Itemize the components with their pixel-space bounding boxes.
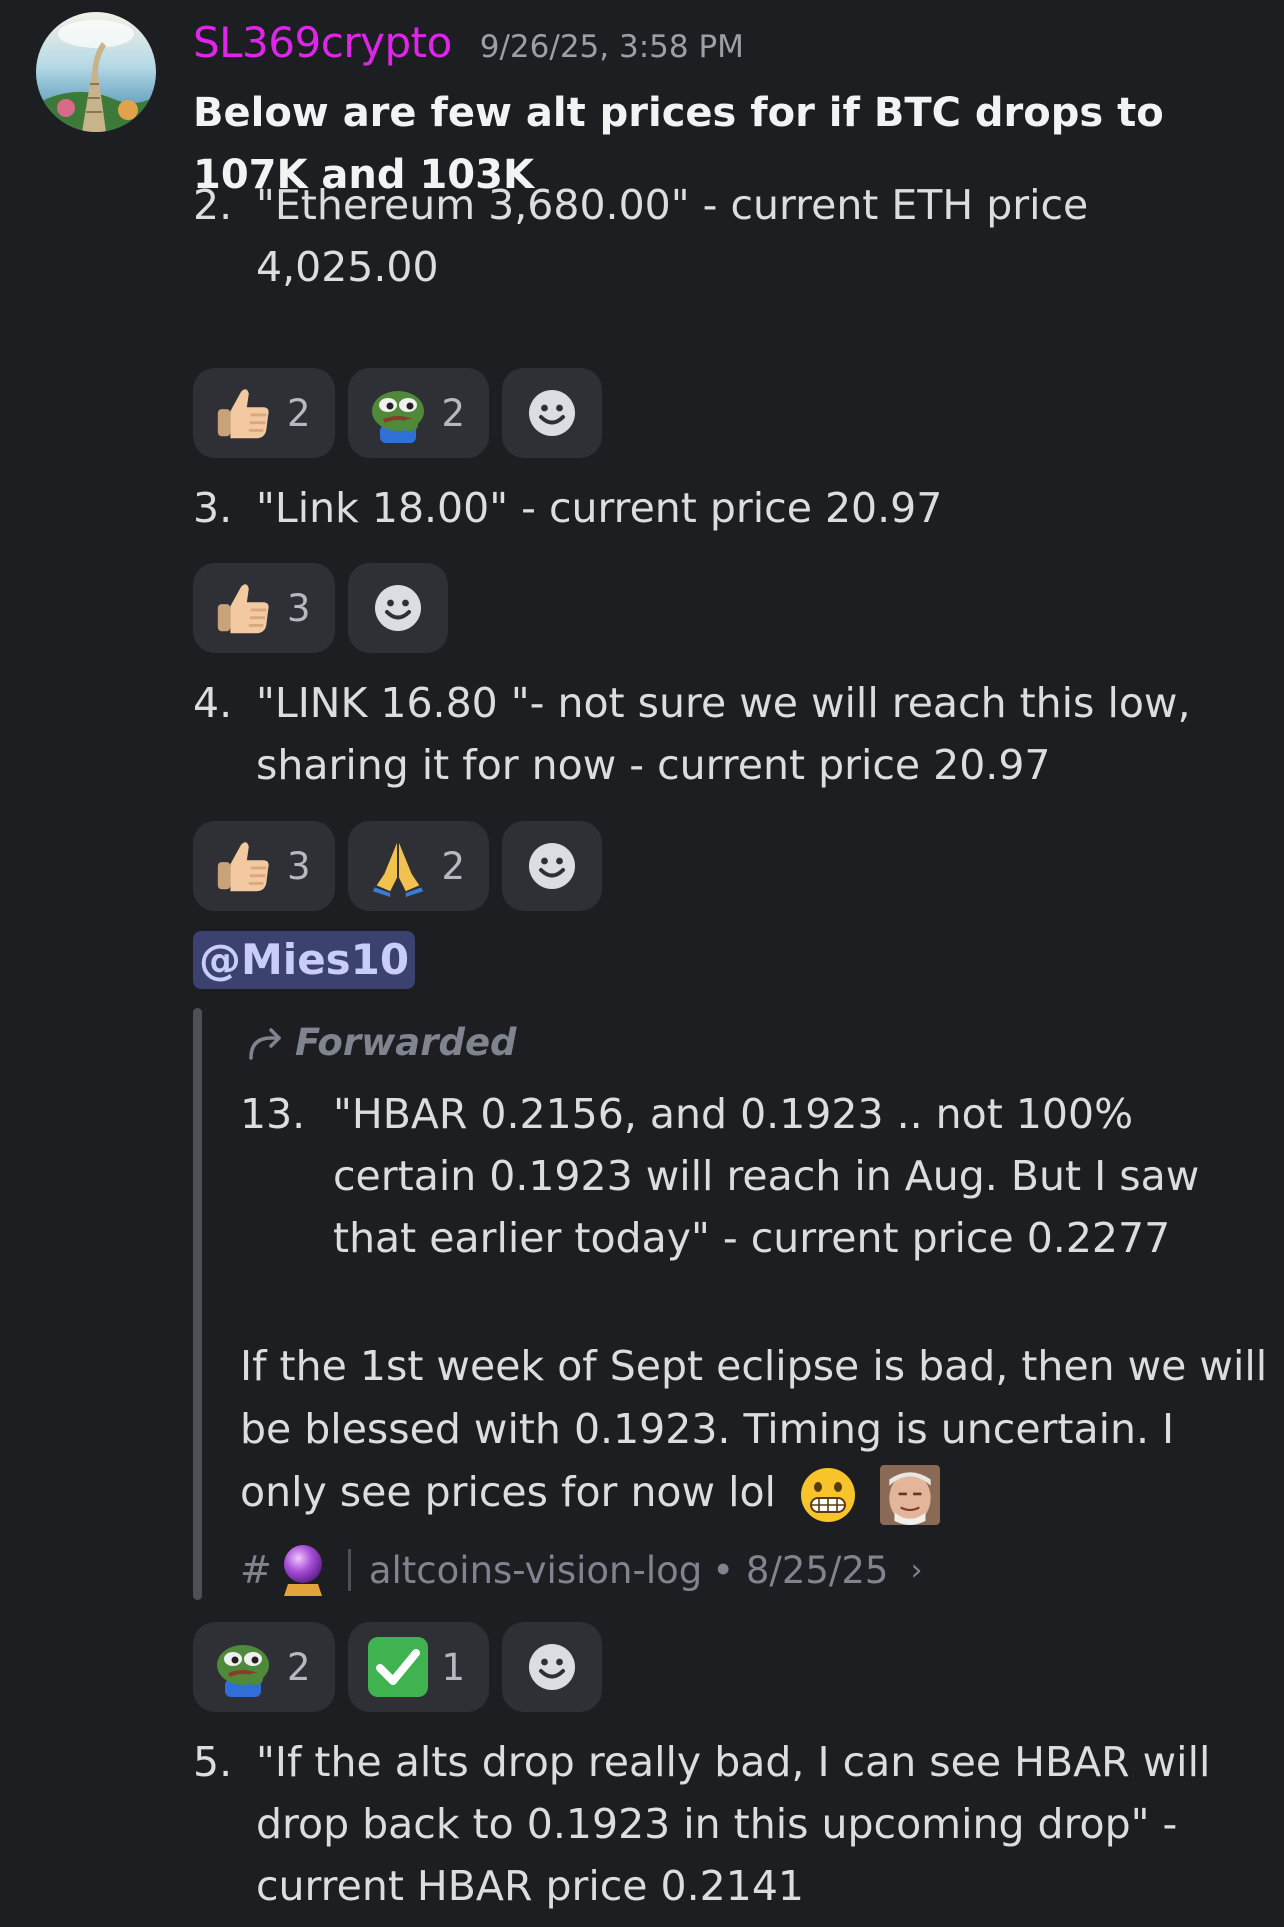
smiley-icon xyxy=(527,1642,577,1692)
list-number: 2. xyxy=(193,181,233,229)
list-number: 5. xyxy=(193,1738,233,1786)
thumbs-up-icon xyxy=(211,576,275,640)
reaction-count: 2 xyxy=(287,391,311,435)
reaction-bar: 2 1 xyxy=(193,1622,603,1712)
reaction-count: 2 xyxy=(441,844,466,888)
reaction-thumbs-up[interactable]: 2 xyxy=(193,368,335,458)
list-text: "Ethereum 3,680.00" - current ETH price … xyxy=(256,181,1089,291)
list-text: "LINK 16.80 "- not sure we will reach th… xyxy=(256,679,1191,789)
list-text: "HBAR 0.2156, and 0.1923 .. not 100% cer… xyxy=(333,1090,1200,1262)
thumbs-up-icon xyxy=(211,834,275,898)
list-item: 3. "Link 18.00" - current price 20.97 xyxy=(193,477,1233,539)
smiley-icon xyxy=(527,841,577,891)
add-reaction-button[interactable] xyxy=(502,1622,603,1712)
list-number: 3. xyxy=(193,484,233,532)
user-mention[interactable]: @Mies10 xyxy=(193,931,416,989)
list-text: "Link 18.00" - current price 20.97 xyxy=(256,484,943,532)
avatar[interactable] xyxy=(36,12,156,132)
channel-hash: # xyxy=(240,1548,272,1592)
list-item: 4. "LINK 16.80 "- not sure we will reach… xyxy=(193,672,1233,796)
list-text: "If the alts drop really bad, I can see … xyxy=(256,1738,1211,1910)
forward-date: • 8/25/25 xyxy=(712,1548,889,1592)
reaction-count: 2 xyxy=(441,391,466,435)
avatar-image xyxy=(36,12,156,132)
thumbs-up-icon xyxy=(211,381,275,445)
forwarded-paragraph-text: If the 1st week of Sept eclipse is bad, … xyxy=(240,1342,1268,1516)
add-reaction-button[interactable] xyxy=(502,821,603,911)
pepe-frog-icon xyxy=(366,381,430,445)
reaction-count: 1 xyxy=(441,1645,466,1689)
divider xyxy=(347,1549,351,1591)
list-item: 5. "If the alts drop really bad, I can s… xyxy=(193,1731,1233,1917)
reaction-bar: 3 2 xyxy=(193,821,603,911)
add-reaction-button[interactable] xyxy=(347,563,448,653)
forwarded-paragraph: If the 1st week of Sept eclipse is bad, … xyxy=(240,1335,1270,1525)
list-number: 4. xyxy=(193,679,233,727)
reaction-bar: 3 xyxy=(193,563,448,653)
reaction-thumbs-up[interactable]: 3 xyxy=(193,563,335,653)
grimacing-face-icon xyxy=(801,1468,855,1522)
message-header: SL369crypto 9/26/25, 3:58 PM xyxy=(193,18,744,74)
reaction-count: 2 xyxy=(287,1645,311,1689)
forwarded-list-item: 13. "HBAR 0.2156, and 0.1923 .. not 100%… xyxy=(240,1083,1240,1269)
hide-the-pain-harold-icon xyxy=(880,1465,941,1525)
pepe-frog-icon xyxy=(211,1635,275,1699)
timestamp: 9/26/25, 3:58 PM xyxy=(479,29,744,65)
add-reaction-button[interactable] xyxy=(502,368,603,458)
list-number: 13. xyxy=(240,1090,306,1138)
reaction-count: 3 xyxy=(287,586,311,630)
forwarded-text: Forwarded xyxy=(295,1020,517,1064)
reaction-pepe[interactable]: 2 xyxy=(347,368,490,458)
smiley-icon xyxy=(527,388,577,438)
forward-quote-bar xyxy=(193,1008,202,1600)
forward-arrow-icon xyxy=(249,1028,281,1060)
reaction-bar: 2 2 xyxy=(193,368,603,458)
channel-name: altcoins-vision-log xyxy=(368,1548,703,1592)
forward-source[interactable]: # altcoins-vision-log • 8/25/25 › xyxy=(240,1540,922,1600)
list-item: 2. "Ethereum 3,680.00" - current ETH pri… xyxy=(193,174,1233,298)
reaction-folded-hands[interactable]: 2 xyxy=(347,821,490,911)
check-mark-icon xyxy=(366,1635,430,1699)
forwarded-label: Forwarded xyxy=(245,1015,517,1069)
reaction-count: 3 xyxy=(287,844,311,888)
reaction-check-mark[interactable]: 1 xyxy=(347,1622,490,1712)
chevron-right-icon: › xyxy=(910,1552,923,1588)
folded-hands-icon xyxy=(366,834,430,898)
smiley-icon xyxy=(373,583,423,633)
username[interactable]: SL369crypto xyxy=(193,18,452,67)
crystal-ball-icon xyxy=(283,1545,322,1596)
reaction-pepe[interactable]: 2 xyxy=(193,1622,335,1712)
reaction-thumbs-up[interactable]: 3 xyxy=(193,821,335,911)
